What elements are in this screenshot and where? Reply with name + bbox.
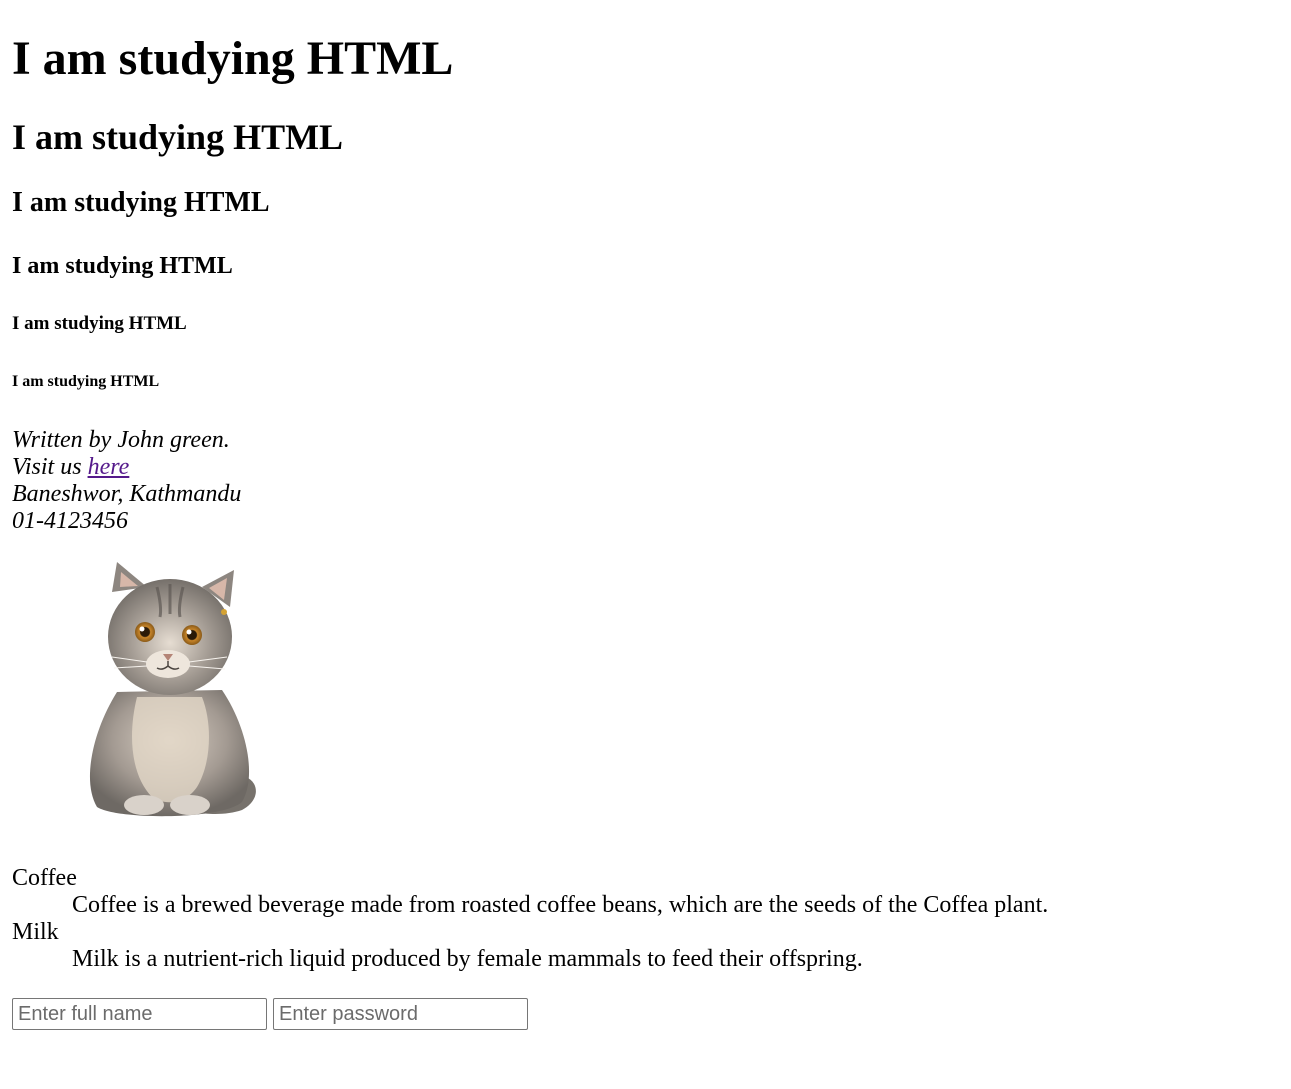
cat-photo-icon <box>89 562 256 817</box>
cat-image <box>72 562 272 822</box>
definition-description-coffee: Coffee is a brewed beverage made from ro… <box>72 892 1049 918</box>
login-form <box>12 998 528 1030</box>
visit-line: Visit us here <box>12 454 241 481</box>
password-input[interactable] <box>273 998 528 1030</box>
visit-prefix: Visit us <box>12 454 88 480</box>
author-line: Written by John green. <box>12 427 230 453</box>
definition-term-milk: Milk <box>12 919 59 945</box>
definition-list: Coffee Coffee is a brewed beverage made … <box>12 865 1048 973</box>
phone-line: 01-4123456 <box>12 508 128 534</box>
heading-4: I am studying HTML <box>12 253 233 279</box>
visit-link[interactable]: here <box>88 454 130 480</box>
heading-6: I am studying HTML <box>12 373 160 390</box>
full-name-input[interactable] <box>12 998 267 1030</box>
definition-term-coffee: Coffee <box>12 865 77 891</box>
heading-2: I am studying HTML <box>12 117 344 157</box>
location-line: Baneshwor, Kathmandu <box>12 481 242 507</box>
heading-1: I am studying HTML <box>12 32 454 85</box>
contact-address: Written by John green. Visit us here Ban… <box>12 427 241 535</box>
heading-3: I am studying HTML <box>12 187 270 218</box>
definition-description-milk: Milk is a nutrient-rich liquid produced … <box>72 946 863 972</box>
heading-5: I am studying HTML <box>12 313 187 334</box>
